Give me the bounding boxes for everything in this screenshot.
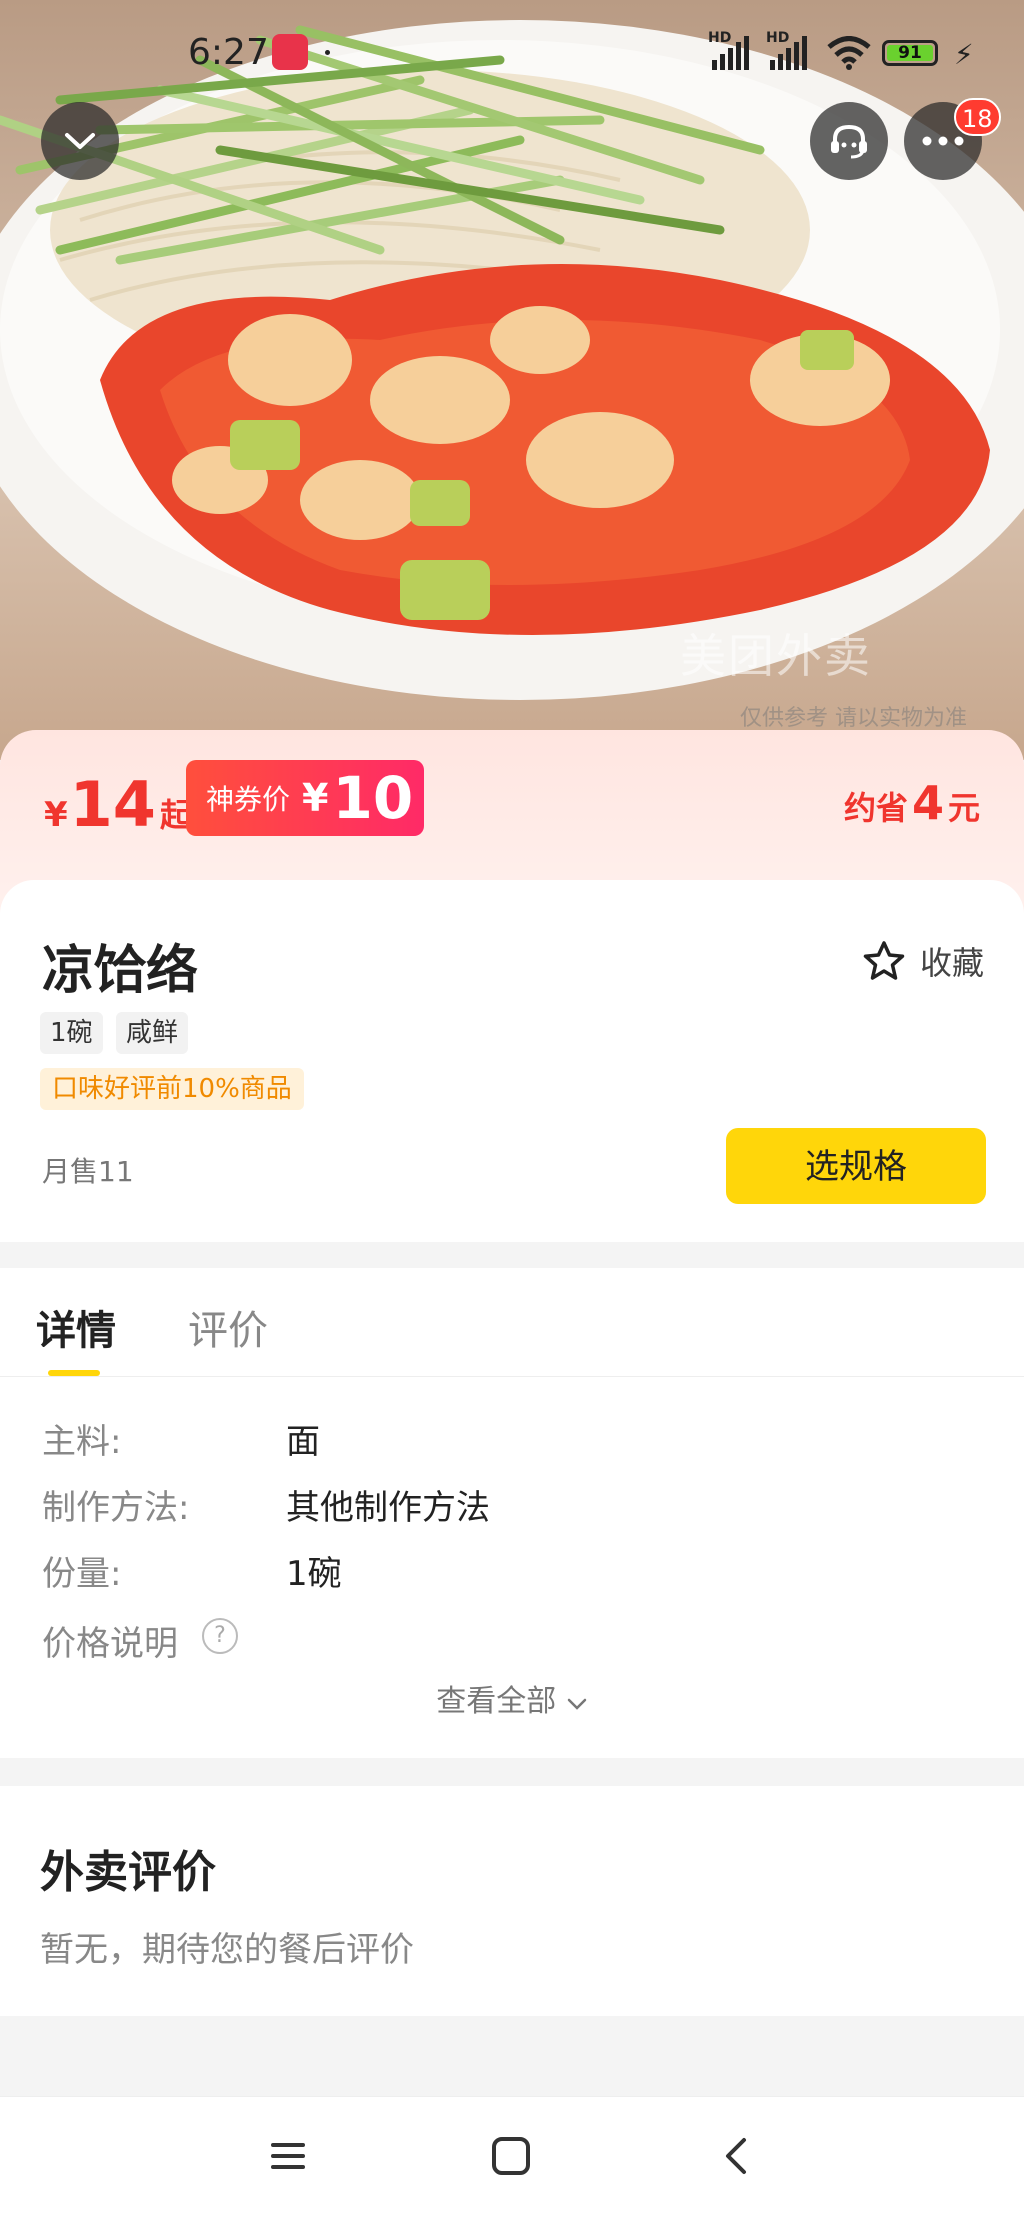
nav-back-button[interactable] bbox=[706, 2126, 766, 2186]
price-value: 14 bbox=[69, 768, 156, 841]
hero-watermark-sub: 仅供参考 请以实物为准 bbox=[740, 706, 967, 731]
coupon-label: 神券价 bbox=[206, 783, 291, 816]
price-currency: ¥ bbox=[44, 795, 68, 835]
savings-text: 约省 4 元 bbox=[844, 776, 980, 830]
charging-icon: ⚡ bbox=[954, 38, 974, 71]
rank-tag: 口味好评前10%商品 bbox=[40, 1068, 304, 1110]
notification-dot-icon bbox=[325, 50, 330, 55]
from-price: ¥ 14 起 bbox=[44, 768, 192, 841]
nav-menu-button[interactable] bbox=[258, 2126, 318, 2186]
view-all-label: 查看全部 bbox=[436, 1684, 557, 1719]
detail-value-method: 其他制作方法 bbox=[286, 1488, 490, 1528]
signal-icon-2 bbox=[770, 34, 807, 70]
reviews-title: 外卖评价 bbox=[40, 1847, 216, 1898]
detail-value-main-ingredient: 面 bbox=[286, 1422, 320, 1462]
detail-key-main-ingredient: 主料: bbox=[42, 1422, 122, 1462]
message-badge: 18 bbox=[954, 98, 1001, 136]
detail-key-portion: 份量: bbox=[42, 1554, 122, 1594]
takeout-reviews-card bbox=[0, 1786, 1024, 2016]
customer-service-icon bbox=[831, 124, 867, 159]
star-outline-icon bbox=[863, 941, 905, 980]
battery-icon: 91 bbox=[882, 40, 938, 66]
tab-divider bbox=[0, 1376, 1024, 1377]
tab-details[interactable]: 详情 bbox=[36, 1298, 116, 1356]
more-dots-icon bbox=[922, 136, 964, 146]
chevron-down-small-icon bbox=[567, 1698, 587, 1710]
status-time: 6:27 bbox=[188, 32, 269, 73]
tag-portion: 1碗 bbox=[40, 1012, 103, 1054]
monthly-sales: 月售11 bbox=[42, 1155, 134, 1188]
signal-icon-1 bbox=[712, 34, 749, 70]
detail-value-portion: 1碗 bbox=[286, 1554, 342, 1594]
favorite-button[interactable]: 收藏 bbox=[862, 938, 984, 984]
save-amount: 4 bbox=[911, 776, 944, 830]
chevron-down-icon bbox=[65, 133, 95, 149]
detail-key-price-note: 价格说明 bbox=[42, 1624, 178, 1664]
coupon-currency: ¥ bbox=[302, 776, 329, 820]
battery-level: 91 bbox=[898, 43, 922, 63]
tab-reviews[interactable]: 评价 bbox=[188, 1298, 268, 1356]
app-notification-icon bbox=[272, 34, 308, 70]
home-square-icon bbox=[492, 2137, 530, 2175]
menu-icon bbox=[271, 2143, 305, 2169]
save-suffix: 元 bbox=[947, 789, 980, 827]
collapse-button[interactable] bbox=[41, 102, 119, 180]
detail-key-method: 制作方法: bbox=[42, 1488, 190, 1528]
help-icon[interactable]: ? bbox=[202, 1618, 238, 1654]
coupon-price-badge: 神券价 ¥ 10 bbox=[186, 760, 424, 836]
hero-watermark: 美团外卖 bbox=[680, 629, 872, 683]
view-all-link[interactable]: 查看全部 bbox=[0, 1676, 1024, 1720]
reviews-empty-text: 暂无，期待您的餐后评价 bbox=[40, 1930, 414, 1970]
favorite-label: 收藏 bbox=[919, 944, 984, 982]
select-spec-button[interactable]: 选规格 bbox=[726, 1128, 986, 1204]
customer-service-button[interactable] bbox=[810, 102, 888, 180]
tag-flavor: 咸鲜 bbox=[116, 1012, 189, 1054]
nav-home-button[interactable] bbox=[481, 2126, 541, 2186]
wifi-icon bbox=[827, 36, 871, 70]
save-prefix: 约省 bbox=[843, 789, 908, 827]
coupon-price: 10 bbox=[332, 764, 414, 832]
back-arrow-icon bbox=[726, 2138, 746, 2174]
status-bar: 6:27 HD HD 91 ⚡ bbox=[0, 0, 1024, 110]
product-name: 凉饸络 bbox=[42, 941, 199, 1001]
